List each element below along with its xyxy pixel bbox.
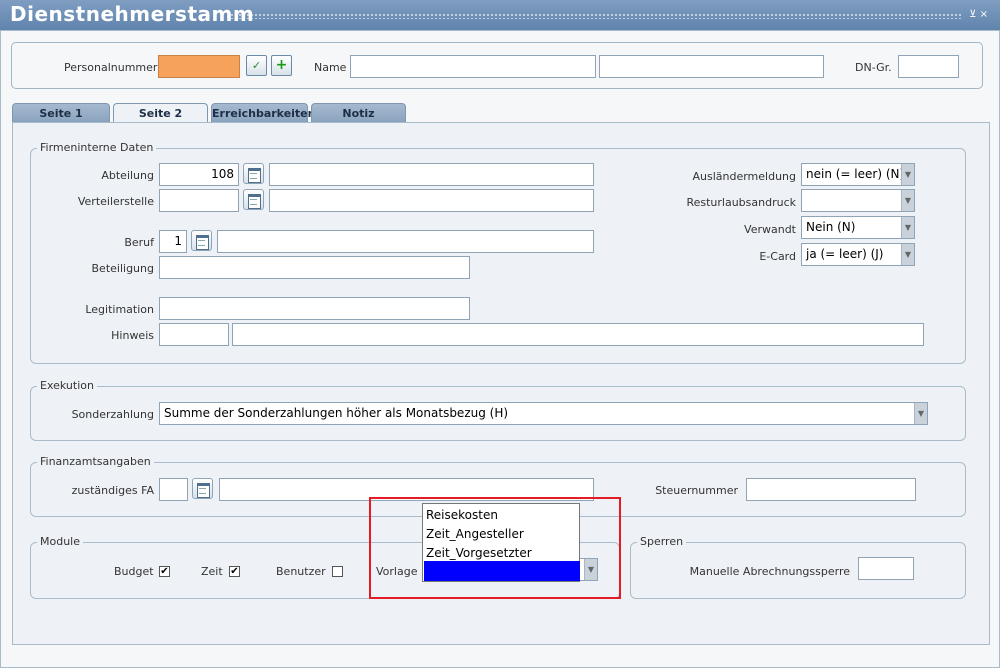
hinweis-label: Hinweis bbox=[111, 329, 154, 342]
verteilerstelle-label: Verteilerstelle bbox=[77, 195, 154, 208]
calendar-icon[interactable] bbox=[243, 189, 264, 210]
name-input-1[interactable] bbox=[350, 55, 596, 78]
ecard-select[interactable]: ja (= leer) (J) ▼ bbox=[801, 243, 915, 266]
abrechnungssperre-label: Manuelle Abrechnungssperre bbox=[689, 565, 850, 578]
window-controls[interactable]: ⊻ × bbox=[969, 9, 988, 20]
zustaendiges-fa-label: zuständiges FA bbox=[71, 484, 154, 497]
verwandt-label: Verwandt bbox=[744, 223, 796, 236]
budget-checkbox[interactable]: ✔ bbox=[159, 566, 170, 577]
beteiligung-input[interactable] bbox=[159, 256, 470, 279]
verteilerstelle-input[interactable] bbox=[159, 189, 239, 212]
auslaendermeldung-label: Ausländermeldung bbox=[692, 170, 796, 183]
abrechnungssperre-input[interactable] bbox=[858, 557, 914, 580]
resturlaubsandruck-label: Resturlaubsandruck bbox=[686, 196, 796, 209]
ecard-label: E-Card bbox=[759, 250, 796, 263]
window-titlebar: Dienstnehmerstamm ⊻ × bbox=[0, 0, 1000, 30]
fa-input[interactable] bbox=[159, 478, 188, 501]
name-label: Name bbox=[314, 61, 347, 74]
dropdown-arrow-icon[interactable]: ▼ bbox=[901, 244, 914, 265]
tab-notiz[interactable]: Notiz bbox=[311, 103, 406, 123]
sonderzahlung-label: Sonderzahlung bbox=[71, 408, 154, 421]
add-icon[interactable]: + bbox=[271, 55, 292, 76]
beteiligung-label: Beteiligung bbox=[91, 262, 154, 275]
group-title: Module bbox=[37, 535, 83, 548]
sonderzahlung-value: Summe der Sonderzahlungen höher als Mona… bbox=[164, 406, 509, 420]
verwandt-select[interactable]: Nein (N) ▼ bbox=[801, 216, 915, 239]
beruf-label: Beruf bbox=[124, 236, 154, 249]
hinweis-input-1[interactable] bbox=[159, 323, 229, 346]
auslaendermeldung-value: nein (= leer) (N) bbox=[806, 167, 905, 181]
tab-seite-2[interactable]: Seite 2 bbox=[113, 103, 208, 124]
titlebar-pattern bbox=[230, 13, 962, 19]
beruf-text-input[interactable] bbox=[217, 230, 594, 253]
calendar-icon[interactable] bbox=[192, 478, 213, 499]
personalnummer-input[interactable] bbox=[158, 55, 240, 78]
hinweis-input-2[interactable] bbox=[232, 323, 924, 346]
calendar-icon[interactable] bbox=[191, 230, 212, 251]
group-title: Exekution bbox=[37, 379, 97, 392]
zeit-label: Zeit bbox=[201, 565, 223, 578]
tab-seite-1[interactable]: Seite 1 bbox=[12, 103, 110, 123]
verwandt-value: Nein (N) bbox=[806, 220, 856, 234]
benutzer-checkbox[interactable] bbox=[332, 566, 343, 577]
benutzer-label: Benutzer bbox=[276, 565, 326, 578]
legitimation-input[interactable] bbox=[159, 297, 470, 320]
ecard-value: ja (= leer) (J) bbox=[806, 247, 884, 261]
dngr-input[interactable] bbox=[898, 55, 959, 78]
group-title: Sperren bbox=[637, 535, 687, 548]
group-title: Firmeninterne Daten bbox=[37, 141, 157, 154]
highlight-box bbox=[369, 497, 621, 599]
tab-erreichbarkeiten[interactable]: Erreichbarkeiten bbox=[211, 103, 315, 123]
steuernummer-label: Steuernummer bbox=[655, 484, 738, 497]
budget-label: Budget bbox=[114, 565, 154, 578]
group-title: Finanzamtsangaben bbox=[37, 455, 154, 468]
verteilerstelle-text-input[interactable] bbox=[269, 189, 594, 212]
legitimation-label: Legitimation bbox=[85, 303, 154, 316]
zeit-checkbox[interactable]: ✔ bbox=[229, 566, 240, 577]
personalnummer-label: Personalnummer bbox=[64, 61, 158, 74]
dngr-label: DN-Gr. bbox=[855, 61, 892, 74]
name-input-2[interactable] bbox=[599, 55, 824, 78]
steuernummer-input[interactable] bbox=[746, 478, 916, 501]
abteilung-input[interactable]: 108 bbox=[159, 163, 239, 186]
sonderzahlung-select[interactable]: Summe der Sonderzahlungen höher als Mona… bbox=[159, 402, 928, 425]
dropdown-arrow-icon[interactable]: ▼ bbox=[901, 164, 914, 185]
abteilung-text-input[interactable] bbox=[269, 163, 594, 186]
calendar-icon[interactable] bbox=[243, 163, 264, 184]
dropdown-arrow-icon[interactable]: ▼ bbox=[901, 190, 914, 211]
window-title: Dienstnehmerstamm bbox=[10, 2, 255, 26]
dropdown-arrow-icon[interactable]: ▼ bbox=[901, 217, 914, 238]
resturlaubsandruck-select[interactable]: ▼ bbox=[801, 189, 915, 212]
auslaendermeldung-select[interactable]: nein (= leer) (N) ▼ bbox=[801, 163, 915, 186]
abteilung-label: Abteilung bbox=[101, 169, 154, 182]
dropdown-arrow-icon[interactable]: ▼ bbox=[914, 403, 927, 424]
confirm-icon[interactable]: ✓ bbox=[246, 55, 267, 76]
beruf-input[interactable]: 1 bbox=[159, 230, 187, 253]
